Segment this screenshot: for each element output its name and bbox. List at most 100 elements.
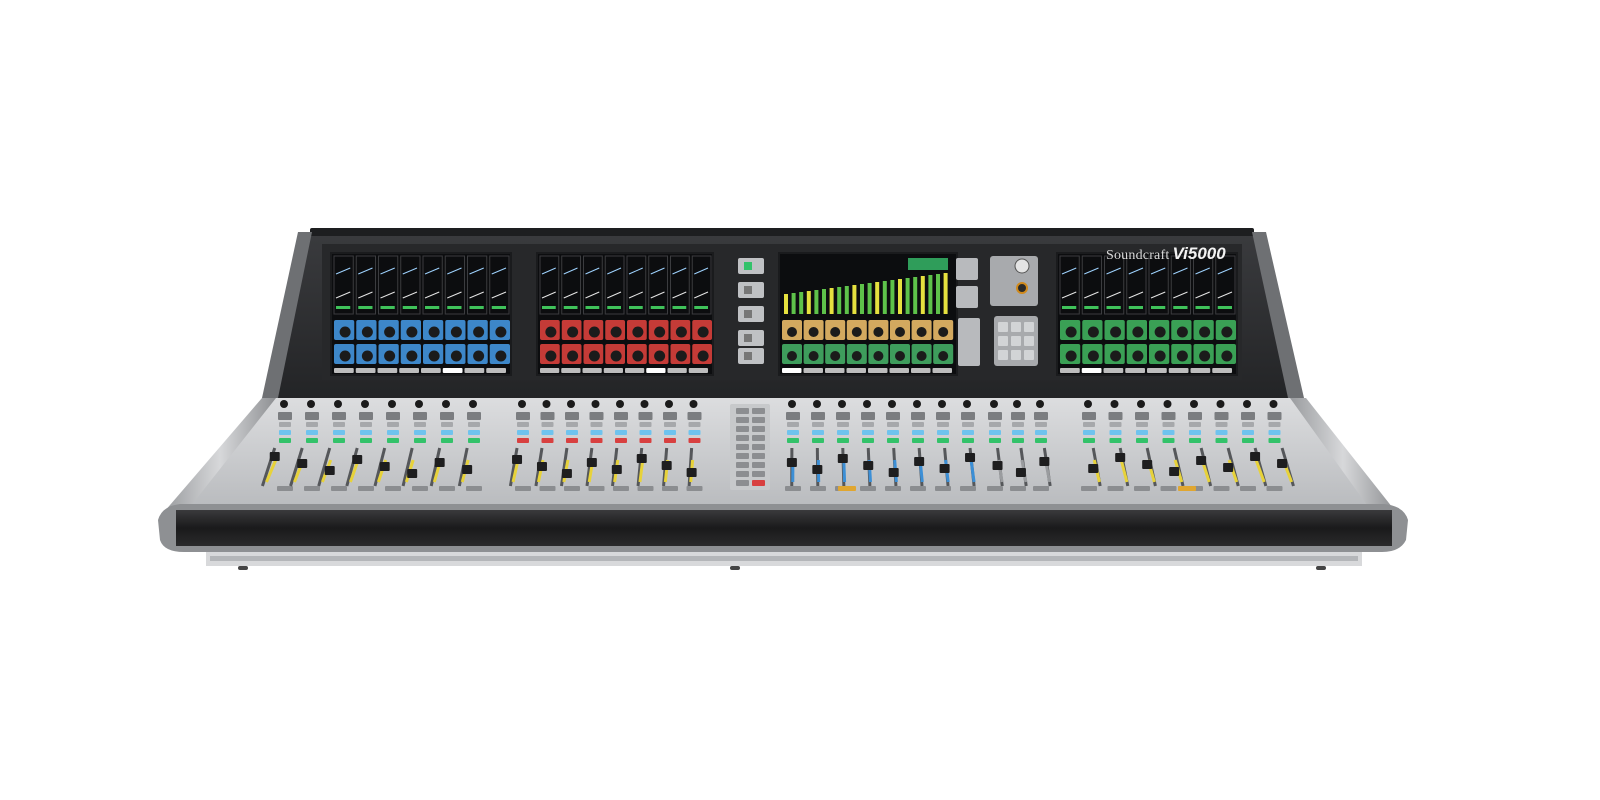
screen-tab[interactable] bbox=[603, 368, 623, 373]
vca-knob[interactable] bbox=[873, 327, 884, 337]
rotary-encoder[interactable] bbox=[334, 400, 342, 408]
center-key[interactable] bbox=[736, 417, 749, 423]
select-button[interactable] bbox=[989, 422, 1001, 427]
on-button[interactable] bbox=[441, 430, 453, 435]
rotary-encoder[interactable] bbox=[1084, 400, 1092, 408]
fader-cap[interactable] bbox=[1115, 453, 1126, 462]
solo-button[interactable] bbox=[306, 438, 318, 443]
touch-screen-green[interactable] bbox=[1056, 252, 1238, 376]
on-button[interactable] bbox=[912, 430, 924, 435]
fader-cap[interactable] bbox=[914, 457, 925, 466]
parameter-knob[interactable] bbox=[1087, 350, 1099, 362]
vca-knob[interactable] bbox=[830, 351, 841, 361]
rotary-encoder[interactable] bbox=[591, 400, 600, 408]
center-key[interactable] bbox=[752, 444, 765, 450]
fader-cap[interactable] bbox=[1196, 456, 1207, 465]
touch-screen-meters[interactable] bbox=[778, 252, 958, 376]
parameter-knob[interactable] bbox=[384, 350, 396, 362]
on-button[interactable] bbox=[989, 430, 1001, 435]
screen-tab[interactable] bbox=[688, 368, 708, 373]
center-key[interactable] bbox=[752, 462, 765, 468]
parameter-knob[interactable] bbox=[1154, 326, 1166, 338]
on-button[interactable] bbox=[837, 430, 849, 435]
on-button[interactable] bbox=[590, 430, 603, 435]
rotary-encoder[interactable] bbox=[963, 400, 971, 408]
screen-tab[interactable] bbox=[782, 368, 802, 373]
select-button[interactable] bbox=[787, 422, 799, 427]
fader-cap[interactable] bbox=[536, 462, 547, 471]
fader-cap[interactable] bbox=[888, 468, 899, 477]
transport-button[interactable] bbox=[1011, 350, 1021, 360]
center-key[interactable] bbox=[736, 462, 749, 468]
screen-tab[interactable] bbox=[399, 368, 419, 373]
select-button[interactable] bbox=[937, 422, 949, 427]
fader-cap[interactable] bbox=[324, 466, 335, 475]
transport-button[interactable] bbox=[998, 322, 1008, 332]
fader-cap[interactable] bbox=[992, 461, 1003, 470]
select-button[interactable] bbox=[1012, 422, 1024, 427]
select-button[interactable] bbox=[566, 422, 578, 427]
center-key[interactable] bbox=[752, 417, 765, 423]
select-button[interactable] bbox=[1242, 422, 1254, 427]
screen-tab[interactable] bbox=[1103, 368, 1124, 373]
solo-button[interactable] bbox=[937, 438, 949, 443]
center-key[interactable] bbox=[736, 480, 749, 486]
solo-button[interactable] bbox=[787, 438, 799, 443]
center-key[interactable] bbox=[736, 435, 749, 441]
fader-cap[interactable] bbox=[462, 465, 473, 474]
on-button[interactable] bbox=[517, 430, 529, 435]
parameter-knob[interactable] bbox=[1132, 350, 1144, 362]
screen-tab[interactable] bbox=[846, 368, 867, 373]
parameter-knob[interactable] bbox=[495, 350, 507, 362]
screen-tab[interactable] bbox=[889, 368, 910, 373]
parameter-knob[interactable] bbox=[697, 350, 709, 362]
fader-cap[interactable] bbox=[352, 455, 363, 464]
parameter-knob[interactable] bbox=[588, 350, 600, 362]
screen-control-button[interactable] bbox=[956, 258, 978, 280]
vca-knob[interactable] bbox=[916, 351, 927, 361]
solo-button[interactable] bbox=[664, 438, 676, 443]
fader-cap[interactable] bbox=[379, 462, 390, 471]
on-button[interactable] bbox=[1268, 430, 1281, 435]
touch-screen-blue[interactable] bbox=[330, 252, 512, 376]
on-button[interactable] bbox=[1242, 430, 1254, 435]
rotary-encoder[interactable] bbox=[640, 400, 649, 408]
center-key[interactable] bbox=[752, 435, 765, 441]
vca-knob[interactable] bbox=[938, 327, 949, 337]
on-button[interactable] bbox=[279, 430, 291, 435]
on-button[interactable] bbox=[566, 430, 578, 435]
center-key[interactable] bbox=[736, 426, 749, 432]
fader-cap[interactable] bbox=[269, 452, 280, 461]
vca-knob[interactable] bbox=[787, 351, 797, 361]
fader-cap[interactable] bbox=[863, 461, 874, 470]
screen-tab[interactable] bbox=[667, 368, 687, 373]
solo-button[interactable] bbox=[590, 438, 603, 443]
select-button[interactable] bbox=[887, 422, 899, 427]
parameter-knob[interactable] bbox=[1132, 326, 1144, 338]
select-button[interactable] bbox=[387, 422, 399, 427]
touch-screen-red[interactable] bbox=[536, 252, 714, 376]
on-button[interactable] bbox=[937, 430, 949, 435]
fader-cap[interactable] bbox=[661, 461, 672, 470]
fader-cap[interactable] bbox=[512, 455, 523, 464]
solo-button[interactable] bbox=[360, 438, 372, 443]
parameter-knob[interactable] bbox=[632, 350, 644, 362]
on-button[interactable] bbox=[962, 430, 974, 435]
parameter-knob[interactable] bbox=[1176, 350, 1188, 362]
parameter-knob[interactable] bbox=[1110, 326, 1122, 338]
parameter-knob[interactable] bbox=[675, 326, 687, 338]
rotary-encoder[interactable] bbox=[567, 400, 575, 408]
parameter-knob[interactable] bbox=[1065, 326, 1077, 338]
rotary-encoder[interactable] bbox=[813, 400, 821, 408]
rotary-encoder[interactable] bbox=[689, 400, 698, 408]
select-button[interactable] bbox=[1215, 422, 1228, 427]
parameter-knob[interactable] bbox=[339, 326, 351, 338]
select-button[interactable] bbox=[517, 422, 529, 427]
parameter-knob[interactable] bbox=[567, 350, 579, 362]
on-button[interactable] bbox=[862, 430, 874, 435]
solo-button[interactable] bbox=[566, 438, 578, 443]
vca-knob[interactable] bbox=[916, 327, 927, 337]
transport-button[interactable] bbox=[998, 350, 1008, 360]
solo-button[interactable] bbox=[1189, 438, 1201, 443]
fader-cap[interactable] bbox=[1169, 467, 1180, 476]
